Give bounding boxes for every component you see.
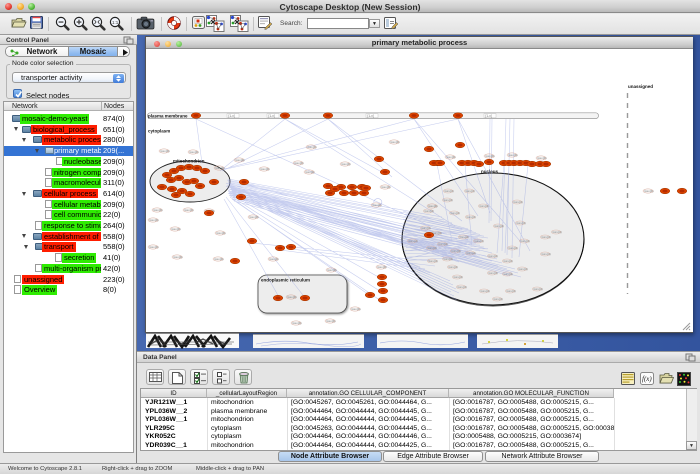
svg-text:Gxx(4): Gxx(4) <box>249 215 258 219</box>
svg-text:Gxx(4): Gxx(4) <box>485 154 494 158</box>
svg-text:Gxx(4): Gxx(4) <box>326 319 335 323</box>
svg-text:Gxx(4): Gxx(4) <box>421 226 430 230</box>
svg-text:Gxx(4): Gxx(4) <box>153 208 162 212</box>
svg-text:Gxx(4): Gxx(4) <box>506 289 515 293</box>
svg-text:Gxx(4): Gxx(4) <box>307 145 316 149</box>
svg-text:Gxx(4): Gxx(4) <box>408 239 417 243</box>
svg-text:Gxx(4): Gxx(4) <box>372 203 381 207</box>
svg-text:f(x): f(x) <box>642 375 652 383</box>
svg-text:Gxx(4): Gxx(4) <box>457 285 466 289</box>
svg-text:Gxx(4): Gxx(4) <box>493 297 502 301</box>
svg-text:Gxx(4): Gxx(4) <box>377 265 386 269</box>
svg-text:Gxx(4): Gxx(4) <box>508 153 517 157</box>
svg-text:Gxx(4): Gxx(4) <box>466 215 475 219</box>
svg-text:Gxx(4): Gxx(4) <box>292 321 301 325</box>
svg-text:Gxx(4): Gxx(4) <box>508 246 517 250</box>
svg-text:Gxx(4): Gxx(4) <box>260 167 269 171</box>
svg-text:Gxx(4): Gxx(4) <box>428 259 437 263</box>
svg-text:[1-x]: [1-x] <box>269 114 275 118</box>
svg-text:1:1: 1:1 <box>112 20 119 25</box>
svg-text:Gxx(4): Gxx(4) <box>428 204 437 208</box>
svg-text:[1-x]: [1-x] <box>229 114 235 118</box>
svg-text:Gxx(4): Gxx(4) <box>294 161 303 165</box>
svg-text:Gxx(4): Gxx(4) <box>189 150 198 154</box>
svg-text:Gxx(4): Gxx(4) <box>444 189 453 193</box>
svg-text:Gxx(4): Gxx(4) <box>488 254 497 258</box>
svg-text:Gxx(4): Gxx(4) <box>427 246 436 250</box>
svg-text:cytoplasm: cytoplasm <box>148 129 170 134</box>
svg-text:Gxx(4): Gxx(4) <box>287 295 296 299</box>
svg-text:Gxx(4): Gxx(4) <box>451 249 460 253</box>
svg-text:Gxx(4): Gxx(4) <box>341 162 350 166</box>
svg-text:Gxx(4): Gxx(4) <box>459 235 468 239</box>
svg-text:Gxx(4): Gxx(4) <box>541 235 550 239</box>
svg-text:Gxx(4): Gxx(4) <box>466 251 475 255</box>
svg-text:Gxx(4): Gxx(4) <box>503 259 512 263</box>
svg-text:Gxx(4): Gxx(4) <box>520 239 529 243</box>
svg-text:Gxx(4): Gxx(4) <box>644 189 653 193</box>
svg-text:Gxx(4): Gxx(4) <box>503 272 512 276</box>
svg-text:Gxx(4): Gxx(4) <box>448 265 457 269</box>
svg-text:Gxx(4): Gxx(4) <box>424 209 433 213</box>
svg-text:Gxx(4): Gxx(4) <box>443 198 452 202</box>
svg-text:Gxx(4): Gxx(4) <box>214 257 223 261</box>
svg-text:Gxx(4): Gxx(4) <box>474 239 483 243</box>
svg-text:Gxx(4): Gxx(4) <box>513 200 522 204</box>
svg-text:Gxx(4): Gxx(4) <box>450 211 459 215</box>
svg-text:Gxx(4): Gxx(4) <box>173 255 182 259</box>
svg-text:Gxx(4): Gxx(4) <box>216 231 225 235</box>
svg-text:Gxx(4): Gxx(4) <box>479 204 488 208</box>
svg-text:Gxx(4): Gxx(4) <box>537 156 546 160</box>
svg-text:[1-x]: [1-x] <box>486 114 492 118</box>
svg-text:Gxx(4): Gxx(4) <box>235 158 244 162</box>
svg-text:mitochondrion: mitochondrion <box>173 159 205 164</box>
svg-text:Gxx(4): Gxx(4) <box>327 268 336 272</box>
svg-text:[1-x]: [1-x] <box>368 114 374 118</box>
svg-text:Gxx(4): Gxx(4) <box>516 221 525 225</box>
svg-text:Gxx(4): Gxx(4) <box>533 287 542 291</box>
svg-text:Gxx(4): Gxx(4) <box>171 227 180 231</box>
svg-text:Gxx(4): Gxx(4) <box>541 252 550 256</box>
svg-text:Gxx(4): Gxx(4) <box>160 149 169 153</box>
svg-text:Gxx(4): Gxx(4) <box>381 185 390 189</box>
svg-text:Gxx(4): Gxx(4) <box>390 140 399 144</box>
svg-text:Gxx(4): Gxx(4) <box>552 230 561 234</box>
svg-text:Gxx(4): Gxx(4) <box>480 289 489 293</box>
svg-text:unassigned: unassigned <box>628 84 653 89</box>
svg-text:Gxx(4): Gxx(4) <box>269 257 278 261</box>
svg-text:Gxx(4): Gxx(4) <box>518 267 527 271</box>
svg-text:Gxx(4): Gxx(4) <box>305 170 314 174</box>
svg-text:Gxx(4): Gxx(4) <box>215 166 224 170</box>
svg-text:Gxx(4): Gxx(4) <box>465 189 474 193</box>
svg-text:Gxx(4): Gxx(4) <box>438 242 447 246</box>
svg-text:plasma membrane: plasma membrane <box>148 114 188 119</box>
svg-text:Gxx(4): Gxx(4) <box>149 245 158 249</box>
svg-text:Gxx(4): Gxx(4) <box>443 257 452 261</box>
svg-text:Gxx(4): Gxx(4) <box>149 218 158 222</box>
svg-text:Gxx(4): Gxx(4) <box>184 208 193 212</box>
svg-text:Gxx(4): Gxx(4) <box>351 307 360 311</box>
svg-text:Gxx(4): Gxx(4) <box>494 224 503 228</box>
svg-text:Gxx(4): Gxx(4) <box>446 155 455 159</box>
svg-text:Gxx(4): Gxx(4) <box>453 275 462 279</box>
svg-text:Gxx(4): Gxx(4) <box>488 271 497 275</box>
